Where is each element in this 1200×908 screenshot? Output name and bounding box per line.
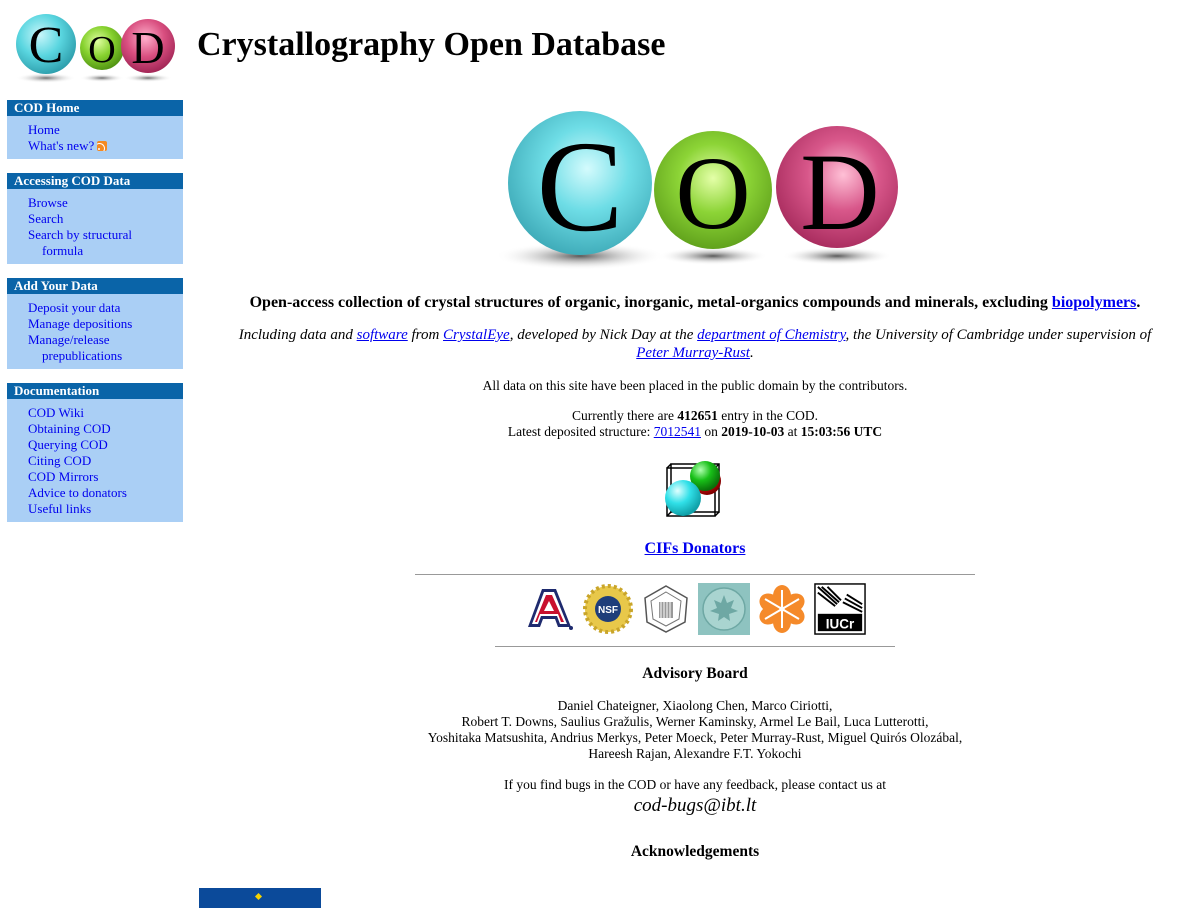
credits-part: . [749, 345, 754, 361]
sidebar-link-cod-mirrors[interactable]: COD Mirrors [28, 469, 98, 484]
advisory-line: Robert T. Downs, Saulius Gražulis, Werne… [461, 714, 929, 729]
iucr-logo-text: IUCr [826, 616, 855, 631]
credits-part: Including data and [238, 327, 357, 343]
link-text-line2: prepublications [42, 348, 123, 363]
sidebar-section-title: COD Home [7, 100, 183, 116]
sidebar-section-documentation: Documentation COD Wiki Obtaining COD Que… [7, 383, 183, 522]
sidebar-link-whats-new[interactable]: What's new? [28, 138, 94, 153]
nsf-logo[interactable]: NSF [582, 583, 634, 635]
advisory-line: Yoshitaka Matsushita, Andrius Merkys, Pe… [427, 730, 963, 745]
cod-big-logo: C O D [485, 86, 905, 280]
stats-text: at [784, 424, 801, 439]
advisory-board-heading: Advisory Board [642, 665, 748, 682]
eu-flag-logo[interactable] [199, 888, 321, 908]
latest-structure-link[interactable]: 7012541 [654, 424, 701, 439]
credits-part: , developed by Nick Day at the [509, 327, 698, 343]
credits-part: from [407, 327, 444, 343]
cifs-donators-heading: CIFs Donators [195, 540, 1195, 558]
public-domain-notice: All data on this site have been placed i… [482, 378, 908, 393]
sidebar-link-search[interactable]: Search [28, 211, 63, 226]
credits-text: Including data and software from Crystal… [225, 326, 1165, 362]
arizona-logo[interactable] [524, 583, 576, 635]
logo-letter-c: C [537, 115, 624, 259]
sidebar-section-title: Documentation [7, 383, 183, 399]
sidebar-section-title: Add Your Data [7, 278, 183, 294]
sidebar-link-manage-prepublications[interactable]: Manage/release prepublications [28, 332, 183, 364]
mac-logo[interactable] [698, 583, 750, 635]
acknowledgements-heading: Acknowledgements [630, 843, 760, 860]
link-text-line1: Search by structural [28, 227, 132, 242]
sidebar-link-deposit[interactable]: Deposit your data [28, 300, 120, 315]
sidebar-link-cod-wiki[interactable]: COD Wiki [28, 405, 84, 420]
advisory-board-members: Daniel Chateigner, Xiaolong Chen, Marco … [195, 698, 1195, 762]
software-link[interactable]: software [357, 327, 408, 343]
site-header: C O D [10, 10, 178, 86]
stats-text: on [700, 424, 722, 439]
contact-email[interactable]: cod-bugs@ibt.lt [195, 795, 1195, 817]
stats-text: Latest deposited structure: [507, 424, 654, 439]
main-content: C O D Open-access collection of crystal … [195, 86, 1195, 861]
sidebar-link-useful-links[interactable]: Useful links [28, 501, 91, 516]
sidebar-section-accessing-data: Accessing COD Data Browse Search Search … [7, 173, 183, 264]
link-text-line1: Manage/release [28, 332, 110, 347]
logo-letter-o: O [675, 136, 750, 251]
rss-icon[interactable] [97, 141, 108, 151]
sponsor-logos: NSF IUCr [195, 582, 1195, 636]
msa-logo[interactable] [640, 583, 692, 635]
stats-text: Currently there are [572, 408, 678, 423]
sidebar-link-search-structural[interactable]: Search by structural formula [28, 227, 183, 259]
star-icon [254, 892, 263, 901]
sidebar-link-browse[interactable]: Browse [28, 195, 68, 210]
sidebar-link-querying-cod[interactable]: Querying COD [28, 437, 108, 452]
feedback-text: If you find bugs in the COD or have any … [503, 777, 886, 792]
divider [415, 574, 975, 575]
intro-text-end: . [1136, 294, 1141, 311]
site-title: Crystallography Open Database [197, 26, 666, 63]
cifs-donators-link[interactable]: CIFs Donators [645, 540, 746, 557]
link-text-line2: formula [42, 243, 84, 258]
logo-letter-d: D [131, 22, 164, 73]
intro-text: Open-access collection of crystal struct… [195, 294, 1195, 312]
logo-letter-o: O [88, 29, 115, 71]
stats-text: entry in the COD. [717, 408, 818, 423]
snowflake-logo[interactable] [756, 583, 808, 635]
logo-letter-d: D [800, 131, 879, 253]
intro-text-body: Open-access collection of crystal struct… [249, 294, 1052, 311]
advisory-line: Daniel Chateigner, Xiaolong Chen, Marco … [557, 698, 833, 713]
svg-text:NSF: NSF [598, 605, 618, 616]
sidebar-section-title: Accessing COD Data [7, 173, 183, 189]
biopolymers-link[interactable]: biopolymers [1052, 294, 1136, 311]
department-chemistry-link[interactable]: department of Chemistry [697, 327, 845, 343]
sidebar-section-cod-home: COD Home Home What's new? [7, 100, 183, 159]
sidebar-link-citing-cod[interactable]: Citing COD [28, 453, 91, 468]
latest-date: 2019-10-03 [721, 424, 785, 439]
sidebar-link-obtaining-cod[interactable]: Obtaining COD [28, 421, 111, 436]
credits-part: , the University of Cambridge under supe… [845, 327, 1152, 343]
advisory-line: Hareesh Rajan, Alexandre F.T. Yokochi [588, 746, 802, 761]
latest-time: 15:03:56 UTC [800, 424, 883, 439]
logo-letter-c: C [29, 17, 64, 74]
cod-small-logo[interactable]: C O D [10, 12, 178, 84]
peter-murray-rust-link[interactable]: Peter Murray-Rust [636, 345, 750, 361]
sidebar-link-advice-donators[interactable]: Advice to donators [28, 485, 127, 500]
unit-cell-icon[interactable] [663, 456, 727, 520]
iucr-logo[interactable]: IUCr [814, 583, 866, 635]
sidebar-section-add-data: Add Your Data Deposit your data Manage d… [7, 278, 183, 369]
entry-count: 412651 [677, 408, 718, 423]
database-stats: Currently there are 412651 entry in the … [195, 408, 1195, 440]
sidebar-link-manage-depositions[interactable]: Manage depositions [28, 316, 132, 331]
sidebar: COD Home Home What's new? Accessing COD … [7, 100, 183, 536]
sidebar-link-home[interactable]: Home [28, 122, 60, 137]
crystaleye-link[interactable]: CrystalEye [443, 327, 510, 343]
divider [495, 646, 895, 647]
